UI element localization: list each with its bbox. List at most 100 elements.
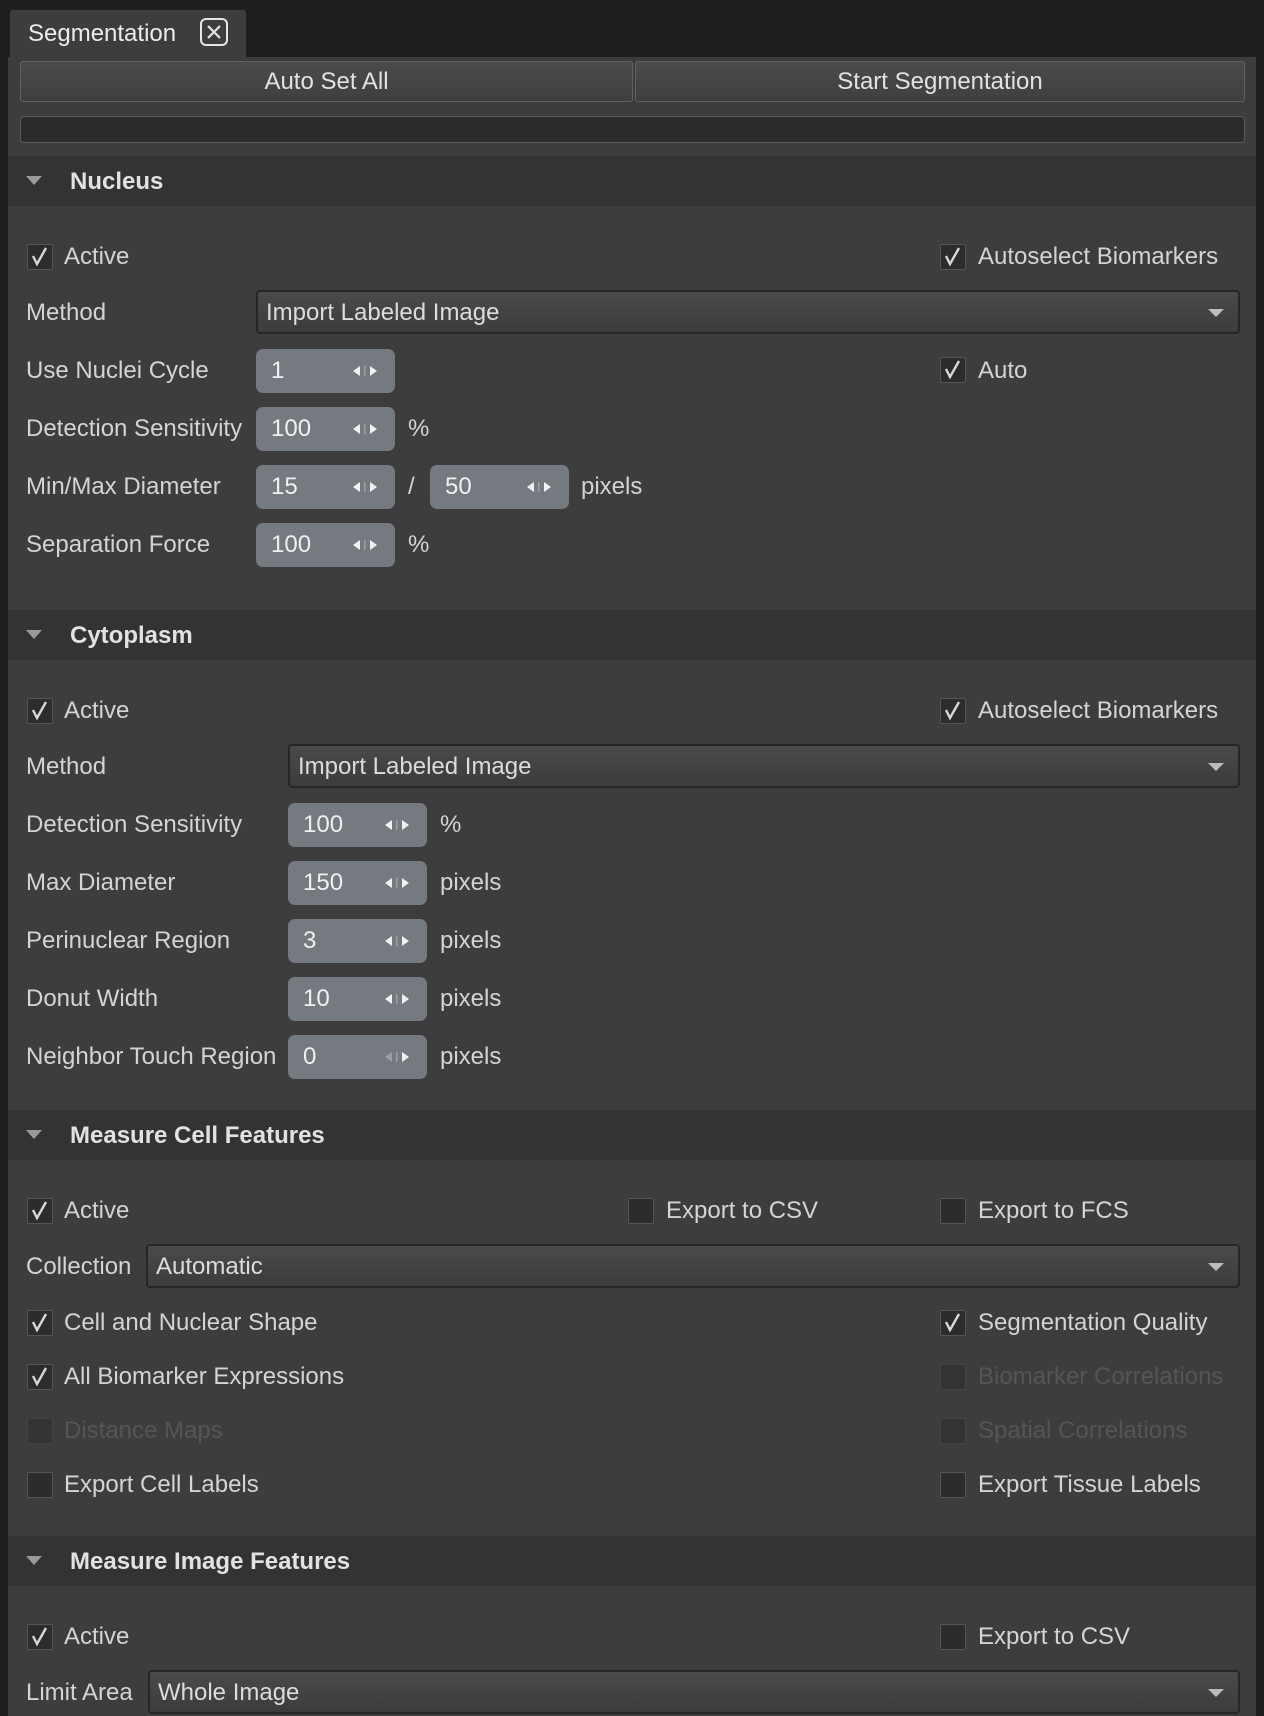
spinbox-arrows-icon[interactable] <box>345 421 385 437</box>
nucleus-active-label: Active <box>64 243 130 270</box>
dropdown-value: Automatic <box>156 1253 263 1280</box>
nucleus-sensitivity-spinbox[interactable]: 100 <box>256 407 395 451</box>
nucleus-autoselect-checkbox[interactable] <box>940 244 966 270</box>
unit-label: pixels <box>581 473 643 500</box>
spinbox-arrows-icon[interactable] <box>519 479 559 495</box>
biomarker-expressions-checkbox[interactable] <box>27 1364 53 1390</box>
image-export-csv-label: Export to CSV <box>978 1623 1131 1650</box>
nucleus-autoselect-label: Autoselect Biomarkers <box>978 243 1219 270</box>
section-title: Cytoplasm <box>70 622 193 649</box>
nucleus-auto-label: Auto <box>978 357 1028 384</box>
export-cell-labels-checkbox[interactable] <box>27 1472 53 1498</box>
collection-dropdown[interactable]: Automatic <box>146 1244 1240 1288</box>
nucleus-diameter-label: Min/Max Diameter <box>26 473 221 500</box>
biomarker-correlations-checkbox <box>940 1364 966 1390</box>
spinbox-arrows-icon[interactable] <box>377 991 417 1007</box>
seg-quality-checkbox[interactable] <box>940 1310 966 1336</box>
section-cytoplasm-header[interactable]: Cytoplasm <box>8 610 1256 660</box>
close-icon[interactable] <box>200 18 228 46</box>
limit-area-label: Limit Area <box>26 1679 133 1706</box>
cytoplasm-method-dropdown[interactable]: Import Labeled Image <box>288 744 1240 788</box>
nucleus-method-dropdown[interactable]: Import Labeled Image <box>256 290 1240 334</box>
collapse-caret-icon[interactable] <box>26 176 42 185</box>
start-segmentation-button[interactable]: Start Segmentation <box>635 61 1245 102</box>
image-export-csv-checkbox[interactable] <box>940 1624 966 1650</box>
cytoplasm-sensitivity-label: Detection Sensitivity <box>26 811 243 838</box>
spinbox-value: 3 <box>303 927 317 954</box>
nucleus-auto-checkbox[interactable] <box>940 357 966 383</box>
cytoplasm-max-diameter-spinbox[interactable]: 150 <box>288 861 427 905</box>
spinbox-arrows-icon[interactable] <box>377 875 417 891</box>
limit-area-dropdown[interactable]: Whole Image <box>148 1670 1240 1714</box>
cytoplasm-autoselect-checkbox[interactable] <box>940 698 966 724</box>
section-nucleus-header[interactable]: Nucleus <box>8 156 1256 206</box>
cell-export-csv-label: Export to CSV <box>666 1197 819 1224</box>
dropdown-value: Whole Image <box>158 1679 300 1706</box>
image-active-checkbox[interactable] <box>27 1624 53 1650</box>
cell-active-label: Active <box>64 1197 130 1224</box>
dropdown-value: Import Labeled Image <box>266 299 500 326</box>
spinbox-arrows-icon[interactable] <box>377 1049 417 1065</box>
spinbox-arrows-icon[interactable] <box>345 537 385 553</box>
section-cell-features-header[interactable]: Measure Cell Features <box>8 1110 1256 1160</box>
collapse-caret-icon[interactable] <box>26 630 42 639</box>
nucleus-separation-spinbox[interactable]: 100 <box>256 523 395 567</box>
distance-maps-label: Distance Maps <box>64 1417 223 1444</box>
unit-label: pixels <box>440 985 502 1012</box>
spatial-correlations-label: Spatial Correlations <box>978 1417 1188 1444</box>
spinbox-arrows-icon[interactable] <box>377 933 417 949</box>
cell-export-fcs-checkbox[interactable] <box>940 1198 966 1224</box>
cytoplasm-perinuclear-label: Perinuclear Region <box>26 927 231 954</box>
tab-segmentation[interactable]: Segmentation <box>10 10 246 58</box>
export-cell-labels-label: Export Cell Labels <box>64 1471 259 1498</box>
nucleus-separation-label: Separation Force <box>26 531 211 558</box>
auto-set-all-button[interactable]: Auto Set All <box>20 61 633 102</box>
cytoplasm-donut-spinbox[interactable]: 10 <box>288 977 427 1021</box>
collapse-caret-icon[interactable] <box>26 1556 42 1565</box>
nucleus-min-diameter-spinbox[interactable]: 15 <box>256 465 395 509</box>
spinbox-value: 50 <box>445 473 472 500</box>
progress-bar <box>20 116 1245 143</box>
unit-label: % <box>408 415 430 442</box>
cytoplasm-sensitivity-spinbox[interactable]: 100 <box>288 803 427 847</box>
nucleus-max-diameter-spinbox[interactable]: 50 <box>430 465 569 509</box>
cytoplasm-autoselect-label: Autoselect Biomarkers <box>978 697 1219 724</box>
nucleus-method-label: Method <box>26 299 107 326</box>
unit-label: % <box>440 811 462 838</box>
segmentation-window: Segmentation Auto Set All Start Segmenta… <box>0 0 1264 1716</box>
chevron-down-icon <box>1208 763 1224 771</box>
nucleus-sensitivity-label: Detection Sensitivity <box>26 415 243 442</box>
cell-export-csv-checkbox[interactable] <box>628 1198 654 1224</box>
biomarker-correlations-label: Biomarker Correlations <box>978 1363 1224 1390</box>
cytoplasm-neighbor-spinbox[interactable]: 0 <box>288 1035 427 1079</box>
shape-checkbox[interactable] <box>27 1310 53 1336</box>
unit-label: % <box>408 531 430 558</box>
spinbox-arrows-icon[interactable] <box>345 363 385 379</box>
nucleus-active-checkbox[interactable] <box>27 244 53 270</box>
cell-export-fcs-label: Export to FCS <box>978 1197 1129 1224</box>
unit-label: pixels <box>440 927 502 954</box>
chevron-down-icon <box>1208 1689 1224 1697</box>
export-tissue-labels-checkbox[interactable] <box>940 1472 966 1498</box>
nucleus-cycle-spinbox[interactable]: 1 <box>256 349 395 393</box>
cytoplasm-neighbor-label: Neighbor Touch Region <box>26 1043 277 1070</box>
spinbox-value: 0 <box>303 1043 317 1070</box>
collapse-caret-icon[interactable] <box>26 1130 42 1139</box>
shape-label: Cell and Nuclear Shape <box>64 1309 318 1336</box>
chevron-down-icon <box>1208 1263 1224 1271</box>
unit-label: pixels <box>440 1043 502 1070</box>
cytoplasm-active-checkbox[interactable] <box>27 698 53 724</box>
spinbox-value: 15 <box>271 473 298 500</box>
spinbox-value: 1 <box>271 357 285 384</box>
section-image-features-header[interactable]: Measure Image Features <box>8 1536 1256 1586</box>
separator-label: / <box>408 473 415 500</box>
distance-maps-checkbox <box>27 1418 53 1444</box>
cytoplasm-perinuclear-spinbox[interactable]: 3 <box>288 919 427 963</box>
cytoplasm-donut-label: Donut Width <box>26 985 159 1012</box>
section-title: Measure Image Features <box>70 1548 351 1575</box>
spinbox-arrows-icon[interactable] <box>345 479 385 495</box>
section-title: Nucleus <box>70 168 164 195</box>
cell-active-checkbox[interactable] <box>27 1198 53 1224</box>
biomarker-expressions-label: All Biomarker Expressions <box>64 1363 345 1390</box>
spinbox-arrows-icon[interactable] <box>377 817 417 833</box>
